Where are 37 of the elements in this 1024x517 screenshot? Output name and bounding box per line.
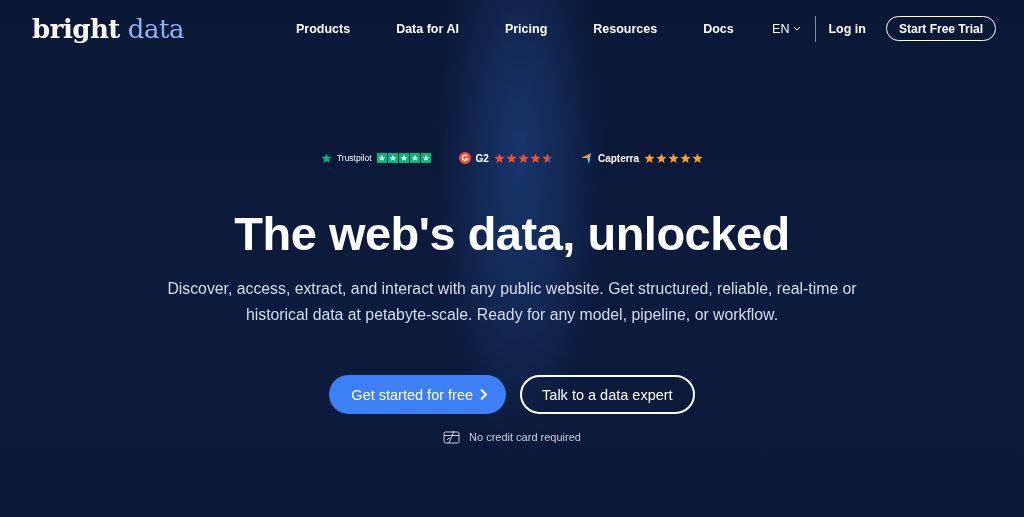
star-icon [541, 152, 553, 164]
chevron-down-icon [793, 26, 802, 31]
rating-source: G2 [475, 152, 489, 164]
chevron-right-icon [479, 388, 489, 401]
star-icon [680, 152, 692, 164]
g2-logo-icon [458, 152, 471, 164]
nav-link[interactable]: Resources [593, 21, 658, 36]
rating-source: Trustpilot [336, 153, 372, 163]
star-icon [387, 153, 398, 163]
login-link[interactable]: Log in [828, 21, 866, 36]
rating-source: Capterra [597, 152, 640, 164]
hero-title: The web's data, unlocked [234, 206, 790, 261]
star-icon [320, 152, 332, 164]
logo[interactable]: bright data [32, 13, 184, 44]
talk-to-expert-button[interactable]: Talk to a data expert [520, 375, 695, 414]
arrow-logo-icon [580, 152, 593, 164]
star-icon [668, 152, 680, 164]
star-icon [505, 152, 517, 164]
star-icon [409, 153, 420, 163]
nav-link[interactable]: Docs [703, 21, 734, 36]
nav-link[interactable]: Data for AI [396, 21, 459, 36]
star-icon [398, 153, 409, 163]
star-icon [420, 153, 431, 163]
get-started-button[interactable]: Get started for free [329, 375, 507, 414]
star-icon [517, 152, 529, 164]
nav-link[interactable]: Products [295, 21, 351, 36]
star-icon [656, 152, 668, 164]
star-icon [493, 152, 505, 164]
star-icon [644, 152, 656, 164]
star-icon [529, 152, 541, 164]
star-icon [692, 152, 704, 164]
hero-subtitle: Discover, access, extract, and interact with any public website. Get structured, reliable, real-time or historical data at petabyte-scale. Ready for any model, pipeline, or workflow. [166, 279, 858, 325]
credit-card-icon [443, 430, 461, 444]
language-selector[interactable]: EN [772, 21, 802, 36]
no-credit-card-note: No credit card required [469, 431, 581, 443]
star-icon [376, 153, 387, 163]
nav-link[interactable]: Pricing [504, 21, 548, 36]
